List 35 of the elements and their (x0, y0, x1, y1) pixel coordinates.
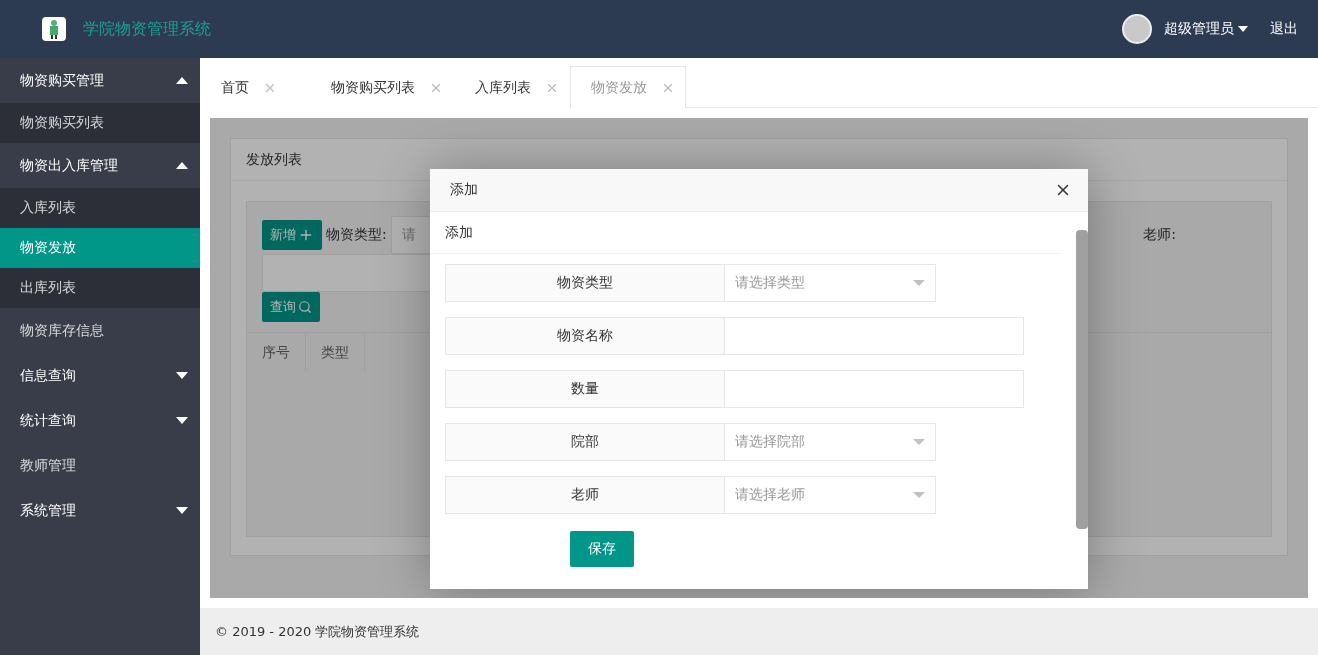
caret-up-icon (176, 162, 188, 169)
logo-icon (42, 17, 66, 41)
field-label: 物资类型 (445, 264, 725, 302)
caret-down-icon (176, 507, 188, 514)
dialog-title: 添加 (450, 181, 478, 199)
field-label: 老师 (445, 476, 725, 514)
input-field[interactable] (725, 370, 1024, 408)
avatar-icon (1122, 14, 1152, 44)
caret-down-icon (913, 492, 925, 498)
caret-down-icon (913, 280, 925, 286)
column-header: 序号 (247, 333, 306, 372)
menu-item[interactable]: 物资购买列表 (0, 103, 200, 143)
plus-icon (298, 227, 314, 243)
user-menu[interactable]: 超级管理员 (1164, 20, 1248, 38)
caret-up-icon (176, 77, 188, 84)
field-label: 物资名称 (445, 317, 725, 355)
caret-down-icon (913, 439, 925, 445)
app-title: 学院物资管理系统 (83, 18, 212, 40)
menu-item[interactable]: 入库列表 (0, 188, 200, 228)
footer-text: © 2019 - 2020 学院物资管理系统 (200, 608, 1318, 655)
field-label: 数量 (445, 370, 725, 408)
save-button[interactable]: 保存 (570, 531, 634, 567)
caret-down-icon (1238, 26, 1248, 32)
caret-down-icon (176, 417, 188, 424)
caret-down-icon (176, 372, 188, 379)
type-label: 物资类型: (326, 226, 387, 244)
logout-link[interactable]: 退出 (1270, 20, 1298, 38)
input-field[interactable] (725, 317, 1024, 355)
menu-item[interactable]: 物资发放 (0, 228, 200, 268)
search-icon (298, 300, 312, 314)
teacher-label: 老师: (1143, 226, 1176, 244)
menu-item[interactable]: 出库列表 (0, 268, 200, 308)
column-header: 类型 (306, 333, 365, 372)
form-heading: 添加 (430, 212, 1062, 254)
field-label: 院部 (445, 423, 725, 461)
